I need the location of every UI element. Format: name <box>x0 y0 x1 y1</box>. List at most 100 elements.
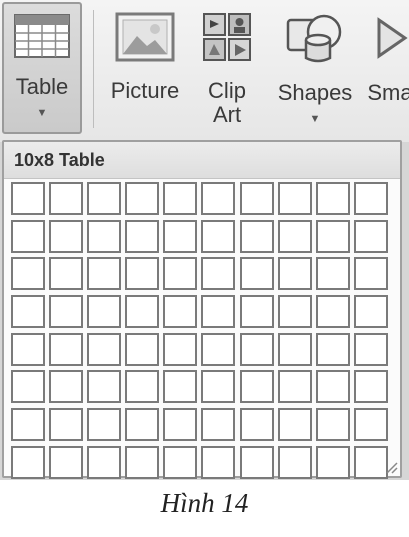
table-size-cell[interactable] <box>125 295 160 329</box>
picture-icon <box>115 12 175 67</box>
table-size-cell[interactable] <box>125 332 160 366</box>
chevron-down-icon: ▼ <box>36 107 48 119</box>
table-size-cell[interactable] <box>163 408 198 442</box>
table-size-cell[interactable] <box>239 295 274 329</box>
table-size-cell[interactable] <box>201 219 236 253</box>
table-size-cell[interactable] <box>315 332 350 366</box>
chevron-down-icon: ▼ <box>309 113 321 125</box>
table-size-cell[interactable] <box>49 370 84 404</box>
smartart-button[interactable]: Sma <box>360 2 409 140</box>
table-size-cell[interactable] <box>353 295 388 329</box>
table-size-cell[interactable] <box>49 332 84 366</box>
table-size-cell[interactable] <box>277 295 312 329</box>
table-size-cell[interactable] <box>201 257 236 291</box>
table-size-cell[interactable] <box>201 295 236 329</box>
table-size-cell[interactable] <box>353 257 388 291</box>
table-size-cell[interactable] <box>49 182 84 215</box>
table-size-cell[interactable] <box>353 370 388 404</box>
table-size-cell[interactable] <box>277 219 312 253</box>
table-size-cell[interactable] <box>87 370 122 404</box>
table-size-cell[interactable] <box>125 182 160 215</box>
table-size-cell[interactable] <box>87 219 122 253</box>
table-size-cell[interactable] <box>163 295 198 329</box>
table-size-cell[interactable] <box>87 445 122 479</box>
table-size-cell[interactable] <box>125 370 160 404</box>
table-size-cell[interactable] <box>277 182 312 215</box>
table-size-cell[interactable] <box>49 295 84 329</box>
table-size-cell[interactable] <box>125 219 160 253</box>
table-size-cell[interactable] <box>353 182 388 215</box>
table-size-cell[interactable] <box>87 408 122 442</box>
table-size-cell[interactable] <box>11 445 45 479</box>
table-size-cell[interactable] <box>11 219 45 253</box>
table-size-cell[interactable] <box>315 408 350 442</box>
table-size-cell[interactable] <box>163 332 198 366</box>
table-size-cell[interactable] <box>87 182 122 215</box>
table-size-cell[interactable] <box>49 445 84 479</box>
table-size-cell[interactable] <box>353 219 388 253</box>
clip-art-label-line1: Clip <box>208 78 246 103</box>
table-size-cell[interactable] <box>87 295 122 329</box>
table-size-cell[interactable] <box>49 257 84 291</box>
table-size-cell[interactable] <box>11 370 45 404</box>
table-size-cell[interactable] <box>353 445 388 479</box>
table-size-cell[interactable] <box>277 370 312 404</box>
table-size-cell[interactable] <box>201 445 236 479</box>
table-size-cell[interactable] <box>163 445 198 479</box>
table-size-cell[interactable] <box>239 370 274 404</box>
table-size-cell[interactable] <box>163 182 198 215</box>
table-size-cell[interactable] <box>49 219 84 253</box>
table-size-cell[interactable] <box>201 332 236 366</box>
table-size-cell[interactable] <box>239 408 274 442</box>
table-size-cell[interactable] <box>239 332 274 366</box>
table-size-cell[interactable] <box>201 182 236 215</box>
table-button[interactable]: Table ▼ <box>2 2 82 134</box>
table-size-cell[interactable] <box>277 257 312 291</box>
table-size-cell[interactable] <box>277 445 312 479</box>
table-button-label: Table <box>15 74 69 99</box>
insert-ribbon: Table ▼ Picture Clip Art Shapes ▼ Sma <box>0 0 409 142</box>
table-size-cell[interactable] <box>201 370 236 404</box>
table-size-cell[interactable] <box>11 408 45 442</box>
table-size-cell[interactable] <box>87 332 122 366</box>
table-size-cell[interactable] <box>163 257 198 291</box>
table-size-cell[interactable] <box>125 445 160 479</box>
table-size-cell[interactable] <box>239 257 274 291</box>
shapes-button[interactable]: Shapes ▼ <box>272 2 358 140</box>
figure-caption: Hình 14 <box>160 488 249 518</box>
table-size-cell[interactable] <box>277 408 312 442</box>
smartart-button-label: Sma <box>367 80 409 105</box>
table-size-cell[interactable] <box>163 370 198 404</box>
table-size-cell[interactable] <box>239 219 274 253</box>
table-size-cell[interactable] <box>353 408 388 442</box>
clip-art-label-line2: Art <box>212 102 242 127</box>
table-size-cell[interactable] <box>315 219 350 253</box>
clip-art-button[interactable]: Clip Art <box>196 2 258 140</box>
table-size-cell[interactable] <box>201 408 236 442</box>
table-size-label: 10x8 Table <box>14 150 105 170</box>
table-size-cell[interactable] <box>353 332 388 366</box>
table-size-cell[interactable] <box>315 182 350 215</box>
table-size-cell[interactable] <box>125 257 160 291</box>
table-size-cell[interactable] <box>11 257 45 291</box>
resize-grip-icon[interactable] <box>384 460 398 474</box>
table-size-cell[interactable] <box>125 408 160 442</box>
table-size-cell[interactable] <box>163 219 198 253</box>
picture-button[interactable]: Picture <box>104 2 186 140</box>
table-size-cell[interactable] <box>315 295 350 329</box>
table-size-cell[interactable] <box>11 182 45 215</box>
screenshot-frame: Table ▼ Picture Clip Art Shapes ▼ Sma 10… <box>0 0 409 480</box>
table-size-cell[interactable] <box>315 445 350 479</box>
table-size-cell[interactable] <box>277 332 312 366</box>
table-size-cell[interactable] <box>239 182 274 215</box>
table-size-cell[interactable] <box>49 408 84 442</box>
insert-table-dropdown: 10x8 Table <box>2 140 402 479</box>
table-size-cell[interactable] <box>11 295 45 329</box>
table-size-cell[interactable] <box>11 332 45 366</box>
table-size-cell[interactable] <box>87 257 122 291</box>
table-size-cell[interactable] <box>239 445 274 479</box>
table-size-grid <box>11 182 388 479</box>
table-size-cell[interactable] <box>315 257 350 291</box>
dropdown-header: 10x8 Table <box>4 142 400 179</box>
table-size-cell[interactable] <box>315 370 350 404</box>
